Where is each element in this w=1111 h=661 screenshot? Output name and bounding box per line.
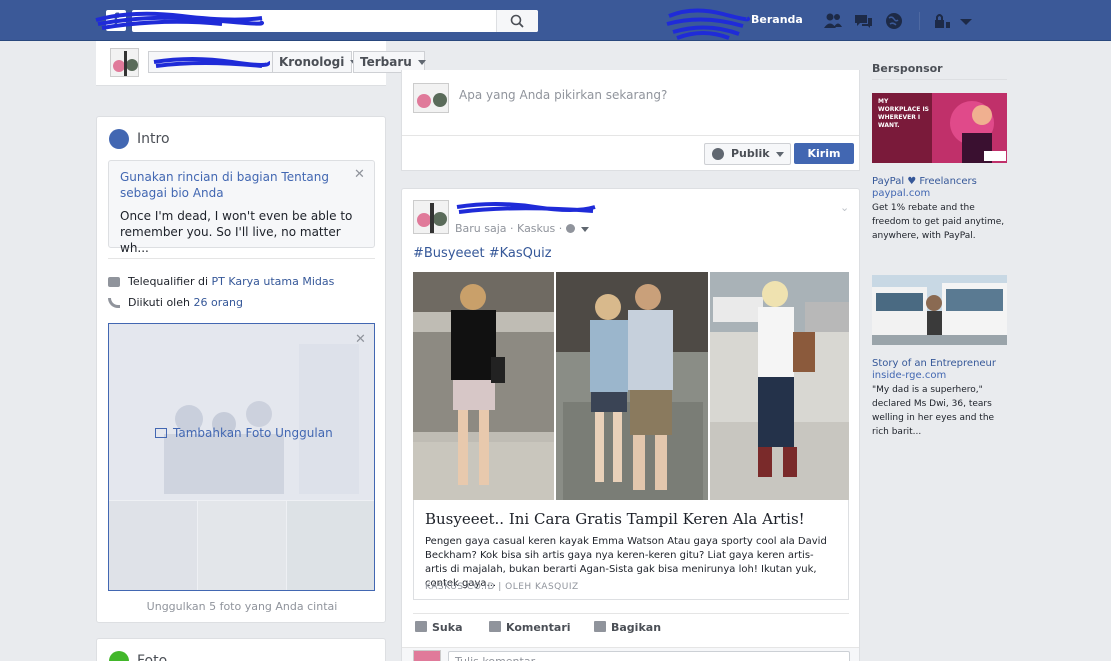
briefcase-icon bbox=[108, 277, 120, 287]
post-options-icon[interactable]: ⌄ bbox=[840, 201, 849, 214]
notifications-globe-icon[interactable] bbox=[884, 12, 904, 30]
divider bbox=[108, 258, 375, 259]
post-time[interactable]: Baru saja bbox=[455, 222, 507, 235]
recent-label: Terbaru bbox=[360, 55, 412, 69]
comment-row: Tulis komentar... bbox=[402, 647, 859, 661]
ad-image-entrepreneur[interactable] bbox=[872, 275, 1007, 345]
chevron-down-icon bbox=[417, 60, 426, 65]
timeline-dropdown[interactable]: Kronologi bbox=[272, 51, 359, 73]
intro-title: Intro bbox=[137, 131, 170, 147]
ad-title[interactable]: PayPal ♥ Freelancers bbox=[872, 176, 977, 187]
work-prefix: Telequalifier di bbox=[128, 275, 212, 288]
avatar[interactable] bbox=[413, 200, 449, 234]
like-label: Suka bbox=[432, 621, 463, 634]
home-link[interactable]: Beranda bbox=[751, 13, 803, 26]
featured-background-image bbox=[109, 324, 374, 500]
avatar bbox=[413, 650, 441, 661]
work-info: Telequalifier di PT Karya utama Midas bbox=[108, 275, 334, 288]
post-actions: Suka Komentari Bagikan bbox=[413, 613, 849, 641]
ad-title[interactable]: Story of an Entrepreneur bbox=[872, 358, 996, 369]
ad-domain[interactable]: paypal.com bbox=[872, 188, 930, 199]
globe-icon bbox=[565, 224, 575, 233]
bio-hint-link[interactable]: Gunakan rincian di bagian Tentang sebaga… bbox=[120, 169, 345, 201]
add-featured-label: Tambahkan Foto Unggulan bbox=[173, 426, 333, 440]
close-icon[interactable]: ✕ bbox=[355, 332, 366, 347]
followers-link[interactable]: 26 orang bbox=[193, 296, 242, 309]
ad-body: Get 1% rebate and the freedom to get pai… bbox=[872, 203, 1005, 241]
account-menu-icon[interactable] bbox=[956, 12, 976, 30]
composer-input[interactable]: Apa yang Anda pikirkan sekarang? bbox=[459, 88, 667, 102]
photos-card: Foto bbox=[96, 638, 386, 661]
composer-toolbar: Publik Kirim bbox=[402, 135, 859, 170]
share-button[interactable]: Bagikan bbox=[594, 621, 661, 634]
link-source: KASKUS.CO.ID | OLEH KASQUIZ bbox=[425, 582, 579, 592]
followers-info: Diikuti oleh 26 orang bbox=[108, 296, 243, 309]
friend-requests-icon[interactable] bbox=[823, 12, 843, 30]
redaction-scribble bbox=[95, 11, 264, 30]
link-preview[interactable]: Busyeeet.. Ini Cara Gratis Tampil Keren … bbox=[413, 500, 849, 600]
share-label: Bagikan bbox=[611, 621, 662, 634]
post-button[interactable]: Kirim bbox=[794, 143, 854, 164]
search-icon bbox=[510, 14, 524, 28]
sponsored-title: Bersponsor bbox=[872, 62, 943, 75]
timeline-label: Kronologi bbox=[279, 55, 345, 69]
messages-icon[interactable] bbox=[853, 12, 873, 30]
ad-image-caption: MY WORKPLACE IS WHEREVER I WANT. bbox=[878, 98, 929, 129]
featured-thumb[interactable] bbox=[287, 501, 374, 590]
work-link[interactable]: PT Karya utama Midas bbox=[212, 275, 335, 288]
close-icon[interactable]: ✕ bbox=[354, 167, 365, 182]
feed-post: ⌄ Baru saja · Kaskus · #Busyeeet #KasQui… bbox=[401, 188, 860, 661]
like-button[interactable]: Suka bbox=[415, 621, 463, 634]
bio-text: Once I'm dead, I won't even be able to r… bbox=[120, 209, 353, 255]
avatar bbox=[413, 83, 449, 113]
globe-icon bbox=[712, 148, 724, 160]
top-navigation-bar: f Beranda bbox=[0, 0, 1111, 41]
featured-note: Unggulkan 5 foto yang Anda cintai bbox=[146, 600, 338, 613]
link-title[interactable]: Busyeeet.. Ini Cara Gratis Tampil Keren … bbox=[425, 510, 805, 528]
nav-separator bbox=[919, 12, 920, 30]
ad-body: "My dad is a superhero," declared Ms Dwi… bbox=[872, 385, 995, 437]
divider bbox=[872, 79, 1007, 80]
avatar[interactable] bbox=[110, 48, 139, 77]
ad-image-paypal[interactable]: MY WORKPLACE IS WHEREVER I WANT. bbox=[872, 93, 1007, 163]
add-featured-photo-button[interactable]: Tambahkan Foto Unggulan bbox=[155, 426, 333, 440]
featured-thumb[interactable] bbox=[198, 501, 286, 590]
comment-button[interactable]: Komentari bbox=[489, 621, 571, 634]
redaction-scribble bbox=[666, 8, 750, 40]
thumbs-up-icon bbox=[415, 621, 427, 632]
post-composer: Apa yang Anda pikirkan sekarang? Publik … bbox=[401, 70, 860, 171]
privacy-shortcuts-icon[interactable] bbox=[932, 12, 952, 30]
profile-header-strip: Kronologi Terbaru bbox=[96, 41, 426, 86]
intro-card: Intro Gunakan rincian di bagian Tentang … bbox=[96, 116, 386, 623]
followers-prefix: Diikuti oleh bbox=[128, 296, 194, 309]
comment-icon bbox=[489, 621, 501, 632]
comment-input[interactable]: Tulis komentar... bbox=[448, 651, 850, 661]
comment-label: Komentari bbox=[506, 621, 571, 634]
post-link-image[interactable] bbox=[413, 272, 849, 500]
search-button[interactable] bbox=[496, 10, 538, 32]
audience-selector[interactable]: Publik bbox=[704, 143, 791, 165]
featured-thumb[interactable] bbox=[109, 501, 197, 590]
audience-label: Publik bbox=[731, 147, 770, 160]
post-hashtags[interactable]: #Busyeeet #KasQuiz bbox=[413, 246, 552, 261]
featured-photos-box[interactable]: ✕ Tambahkan Foto Unggulan bbox=[108, 323, 375, 591]
chevron-down-icon[interactable] bbox=[580, 226, 589, 232]
globe-icon bbox=[109, 129, 129, 149]
redaction-scribble bbox=[153, 57, 270, 68]
ad-domain[interactable]: inside-rge.com bbox=[872, 370, 946, 381]
redaction-scribble bbox=[456, 202, 596, 214]
share-arrow-icon bbox=[594, 621, 606, 632]
post-meta: Baru saja · Kaskus · bbox=[455, 222, 589, 235]
bio-suggestion-box: Gunakan rincian di bagian Tentang sebaga… bbox=[108, 160, 375, 255]
post-app[interactable]: Kaskus bbox=[517, 222, 555, 235]
photos-icon bbox=[109, 651, 129, 661]
photos-title[interactable]: Foto bbox=[137, 653, 167, 661]
rss-icon bbox=[108, 298, 120, 308]
chevron-down-icon bbox=[775, 151, 784, 157]
photo-icon bbox=[155, 428, 167, 438]
